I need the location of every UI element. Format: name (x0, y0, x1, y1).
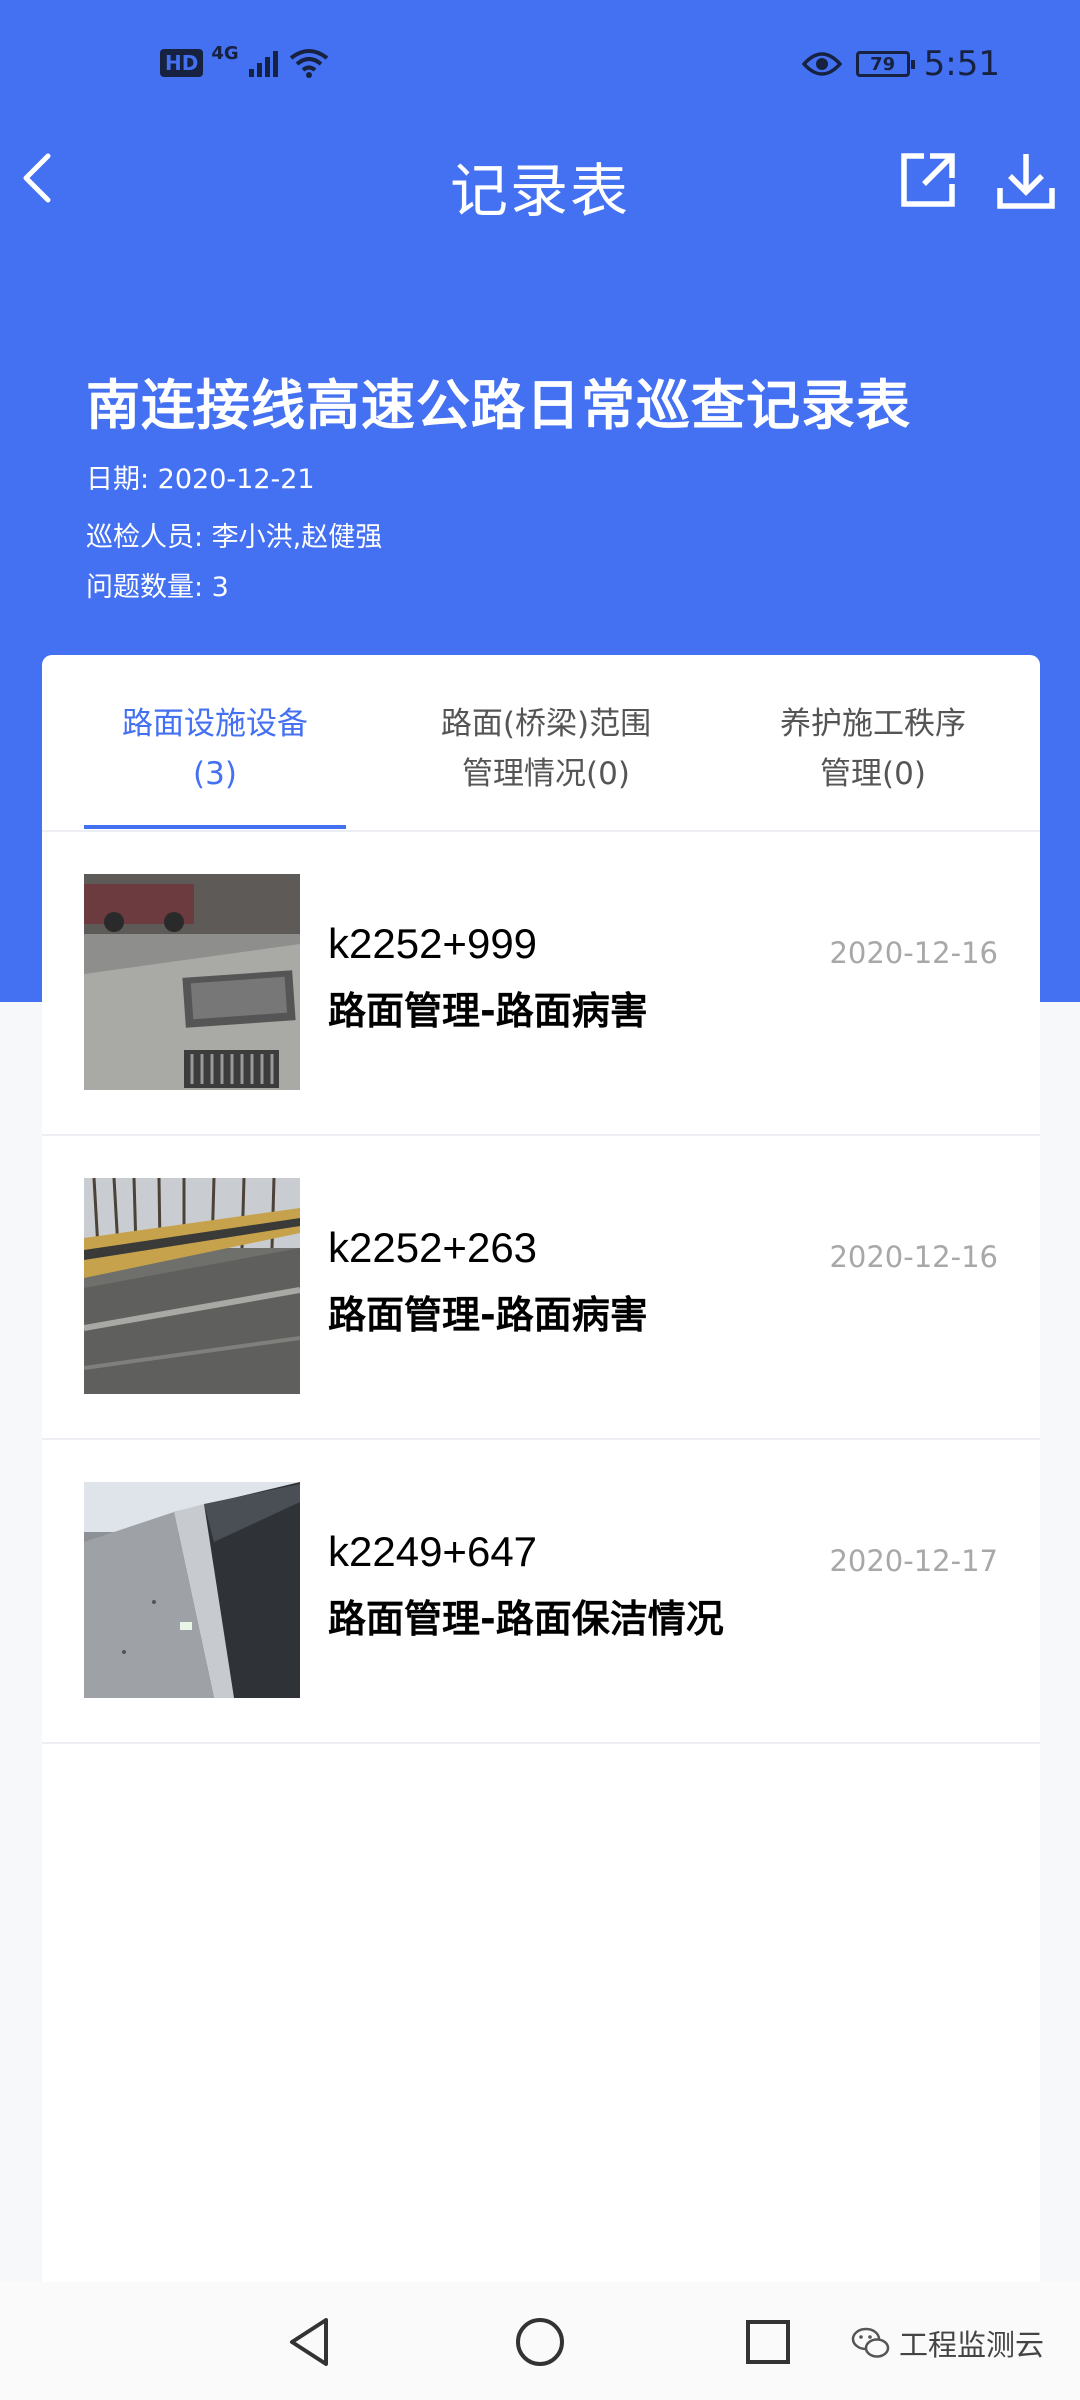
record-stake-number: k2249+647 (328, 1528, 538, 1575)
record-thumbnail[interactable] (84, 874, 300, 1090)
record-category: 路面管理-路面病害 (328, 989, 648, 1033)
tab-road-facilities[interactable]: 路面设施设备 (3) (84, 699, 346, 799)
active-tab-indicator (84, 825, 346, 829)
report-inspectors: 巡检人员: 李小洪,赵健强 (86, 522, 383, 553)
battery-indicator: 79 (855, 51, 915, 77)
record-stake-number: k2252+999 (328, 920, 538, 967)
status-bar: HD 4G 79 5:51 (0, 0, 1080, 136)
nav-home-icon (516, 2318, 564, 2366)
share-icon (901, 153, 955, 207)
record-thumbnail[interactable] (84, 1178, 300, 1394)
record-date: 2020-12-17 (829, 1544, 998, 1578)
wechat-icon (851, 2327, 890, 2358)
road-guardrail-photo (84, 1178, 300, 1394)
record-date: 2020-12-16 (829, 936, 998, 970)
status-left: HD 4G (160, 43, 329, 78)
download-button[interactable] (994, 148, 1058, 212)
record-category: 路面管理-路面保洁情况 (328, 1597, 724, 1641)
record-item[interactable]: k2249+647 路面管理-路面保洁情况 2020-12-17 (42, 1440, 1040, 1744)
nav-home-button[interactable] (508, 2310, 572, 2374)
record-stake-number: k2252+263 (328, 1224, 538, 1271)
eye-icon (801, 52, 842, 76)
road-barrier-photo (84, 1482, 300, 1698)
hd-badge: HD (160, 49, 204, 77)
record-item[interactable]: k2252+263 路面管理-路面病害 2020-12-16 (42, 1136, 1040, 1440)
tab-label-line2: 管理(0) (820, 756, 926, 792)
nav-recents-icon (746, 2320, 790, 2364)
network-type: 4G (211, 42, 239, 64)
status-right: 79 5:51 (801, 44, 1000, 84)
record-category: 路面管理-路面病害 (328, 1293, 648, 1337)
records-card: 路面设施设备 (3) 路面(桥梁)范围 管理情况(0) 养护施工秩序 管理(0) (42, 655, 1040, 2400)
battery-level: 79 (870, 53, 896, 75)
tab-label-line1: 路面设施设备 (122, 706, 308, 742)
record-thumbnail[interactable] (84, 1482, 300, 1698)
report-issue-count: 问题数量: 3 (86, 572, 229, 603)
tab-label-line2: (3) (193, 756, 237, 792)
record-date: 2020-12-16 (829, 1240, 998, 1274)
share-button[interactable] (896, 148, 960, 212)
tab-maintenance-order[interactable]: 养护施工秩序 管理(0) (732, 699, 1014, 799)
wifi-icon (289, 49, 328, 78)
nav-recents-button[interactable] (736, 2310, 800, 2374)
tab-road-range-management[interactable]: 路面(桥梁)范围 管理情况(0) (396, 699, 696, 799)
road-drain-photo (84, 874, 300, 1090)
report-date: 日期: 2020-12-21 (86, 464, 315, 495)
download-icon (997, 154, 1055, 209)
signal-icon (248, 51, 278, 77)
report-info: 南连接线高速公路日常巡查记录表 日期: 2020-12-21 巡检人员: 李小洪… (86, 366, 911, 608)
record-item[interactable]: k2252+999 路面管理-路面病害 2020-12-16 (42, 832, 1040, 1136)
title-bar: 记录表 (0, 136, 1080, 225)
system-navigation-bar: 工程监测云 (0, 2282, 1080, 2400)
tab-label-line2: 管理情况(0) (462, 756, 630, 792)
report-title: 南连接线高速公路日常巡查记录表 (86, 374, 911, 437)
watermark-text: 工程监测云 (898, 2328, 1044, 2362)
category-tabs: 路面设施设备 (3) 路面(桥梁)范围 管理情况(0) 养护施工秩序 管理(0) (42, 655, 1040, 832)
tab-label-line1: 养护施工秩序 (780, 706, 966, 742)
tab-label-line1: 路面(桥梁)范围 (440, 706, 652, 742)
watermark: 工程监测云 (851, 2322, 1044, 2364)
nav-back-button[interactable] (278, 2310, 342, 2374)
clock: 5:51 (923, 44, 1000, 84)
nav-back-icon (290, 2318, 328, 2366)
